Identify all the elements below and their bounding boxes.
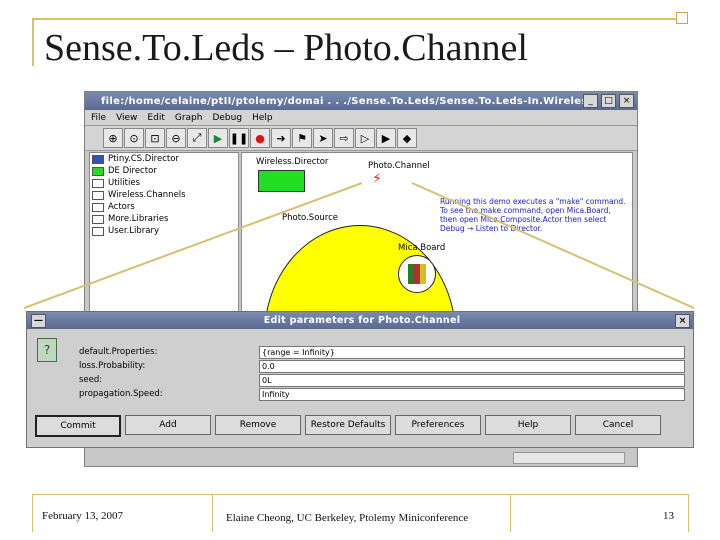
dialog-title: Edit parameters for Photo.Channel xyxy=(263,315,461,326)
run-icon[interactable]: ▶ xyxy=(208,128,228,148)
param-label: seed: xyxy=(79,375,103,385)
dialog-menu-button[interactable]: — xyxy=(31,313,46,328)
library-item[interactable]: Ptiny.CS.Director xyxy=(90,153,238,165)
menu-file[interactable]: File xyxy=(91,113,106,123)
propagation-speed-field[interactable]: Infinity xyxy=(259,388,685,401)
seed-field[interactable]: 0L xyxy=(259,374,685,387)
flag-icon[interactable]: ⚑ xyxy=(292,128,312,148)
param-label: default.Properties: xyxy=(79,347,158,357)
mica-board-icon[interactable] xyxy=(398,255,436,293)
footer-tick-center-left xyxy=(212,494,213,532)
relation-icon[interactable]: ◆ xyxy=(397,128,417,148)
menu-help[interactable]: Help xyxy=(252,113,273,123)
library-item[interactable]: Actors xyxy=(90,201,238,213)
footer-tick-left xyxy=(32,494,33,532)
arrow-right-icon[interactable]: ➜ xyxy=(271,128,291,148)
source-label: Photo.Source xyxy=(282,213,338,223)
menu-bar: File View Edit Graph Debug Help xyxy=(85,110,637,126)
library-item[interactable]: Utilities xyxy=(90,177,238,189)
parameters-icon: ? xyxy=(37,338,57,362)
stop-icon[interactable]: ● xyxy=(250,128,270,148)
title-left-rule xyxy=(32,18,34,66)
folder-icon xyxy=(92,178,104,188)
status-bar xyxy=(85,447,637,466)
restore-defaults-button[interactable]: Restore Defaults xyxy=(305,415,391,435)
remove-button[interactable]: Remove xyxy=(215,415,301,435)
default-properties-field[interactable]: {range = Infinity} xyxy=(259,346,685,359)
footer-author: Elaine Cheong, UC Berkeley, Ptolemy Mini… xyxy=(226,512,469,524)
footer-date: February 13, 2007 xyxy=(42,510,123,522)
library-item[interactable]: More.Libraries xyxy=(90,213,238,225)
channel-label: Photo.Channel xyxy=(368,161,430,171)
footer-rule xyxy=(32,494,688,495)
wireless-director-block[interactable] xyxy=(258,170,305,192)
add-button[interactable]: Add xyxy=(125,415,211,435)
title-top-rule xyxy=(32,18,680,20)
zoom-out-icon[interactable]: ⊖ xyxy=(166,128,186,148)
help-button[interactable]: Help xyxy=(485,415,571,435)
preferences-button[interactable]: Preferences xyxy=(395,415,481,435)
param-label: propagation.Speed: xyxy=(79,389,163,399)
window-title: file:/home/celaine/ptII/ptolemy/domai . … xyxy=(101,95,583,107)
library-item[interactable]: DE Director xyxy=(90,165,238,177)
dialog-titlebar: — Edit parameters for Photo.Channel × xyxy=(27,312,693,329)
commit-button[interactable]: Commit xyxy=(35,415,121,437)
minimize-button[interactable]: _ xyxy=(583,94,598,108)
library-item[interactable]: User.Library xyxy=(90,225,238,237)
output-port-icon[interactable]: ▶ xyxy=(376,128,396,148)
page-number: 13 xyxy=(663,510,674,522)
director-icon xyxy=(92,154,104,164)
toolbar: ⊕ ⊙ ⊡ ⊖ ⤢ ▶ ❚❚ ● ➜ ⚑ ➤ ⇨ ▷ ▶ ◆ xyxy=(85,126,637,151)
multiport-icon[interactable]: ⇨ xyxy=(334,128,354,148)
library-item[interactable]: Wireless.Channels xyxy=(90,189,238,201)
zoom-fit-icon[interactable]: ⊡ xyxy=(145,128,165,148)
dialog-close-button[interactable]: × xyxy=(675,313,690,328)
close-button[interactable]: × xyxy=(619,94,634,108)
folder-icon xyxy=(92,226,104,236)
menu-graph[interactable]: Graph xyxy=(175,113,203,123)
edit-parameters-dialog: — Edit parameters for Photo.Channel × ? … xyxy=(26,311,694,448)
slide-title: Sense.To.Leds – Photo.Channel xyxy=(44,27,528,69)
param-label: loss.Probability: xyxy=(79,361,146,371)
director-label: Wireless.Director xyxy=(256,157,329,167)
folder-icon xyxy=(92,190,104,200)
zoom-reset-icon[interactable]: ⊙ xyxy=(124,128,144,148)
maximize-button[interactable]: □ xyxy=(601,94,616,108)
folder-icon xyxy=(92,202,104,212)
menu-debug[interactable]: Debug xyxy=(212,113,242,123)
loss-probability-field[interactable]: 0.0 xyxy=(259,360,685,373)
pause-icon[interactable]: ❚❚ xyxy=(229,128,249,148)
full-screen-icon[interactable]: ⤢ xyxy=(187,128,207,148)
zoom-in-icon[interactable]: ⊕ xyxy=(103,128,123,148)
menu-view[interactable]: View xyxy=(116,113,137,123)
menu-edit[interactable]: Edit xyxy=(147,113,164,123)
footer-tick-right xyxy=(688,494,689,532)
demo-note: Running this demo executes a "make" comm… xyxy=(440,197,626,233)
dialog-button-row: Commit Add Remove Restore Defaults Prefe… xyxy=(35,415,665,437)
cancel-button[interactable]: Cancel xyxy=(575,415,661,435)
input-port-icon[interactable]: ▷ xyxy=(355,128,375,148)
lightning-icon[interactable]: ⚡ xyxy=(372,171,382,187)
port-icon[interactable]: ➤ xyxy=(313,128,333,148)
board-label: Mica.Board xyxy=(398,243,446,253)
folder-icon xyxy=(92,214,104,224)
footer-tick-center-right xyxy=(510,494,511,532)
title-corner-square xyxy=(676,12,688,24)
director-icon xyxy=(92,166,104,176)
window-titlebar: file:/home/celaine/ptII/ptolemy/domai . … xyxy=(85,92,637,110)
